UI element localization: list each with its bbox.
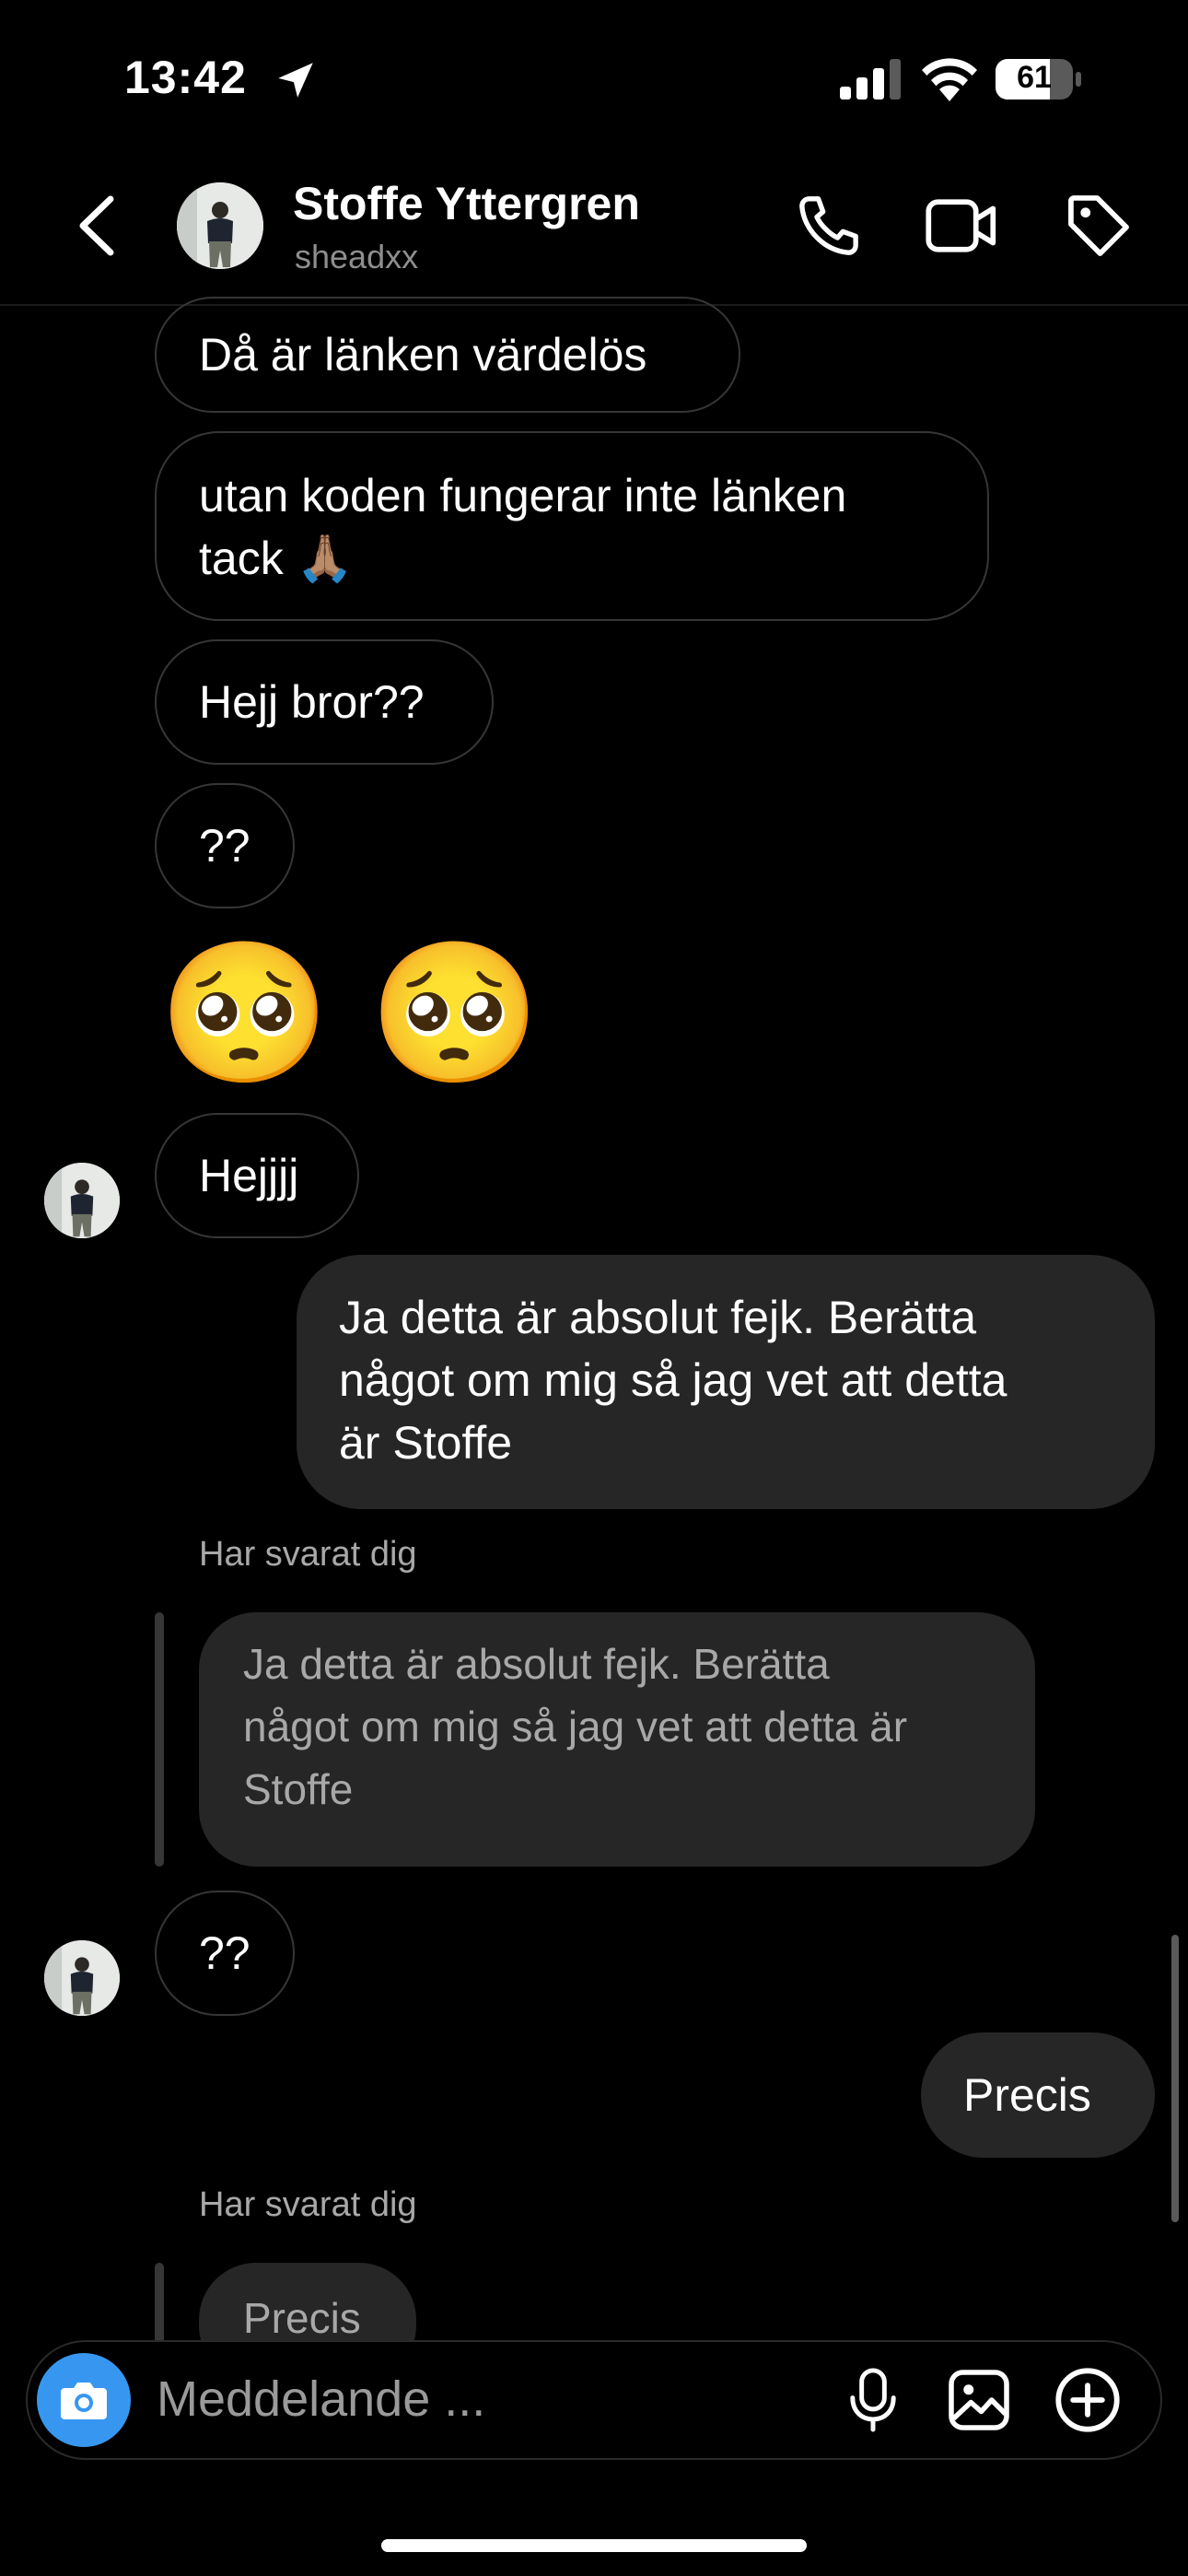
phone-call-icon[interactable]: [794, 191, 864, 261]
gallery-icon[interactable]: [947, 2368, 1011, 2432]
reply-label: Har svarat dig: [199, 2185, 417, 2224]
contact-name[interactable]: Stoffe Yttergren: [293, 177, 640, 230]
received-message: ??: [155, 783, 295, 908]
message-text: Ja detta är absolut fejk. Berätta: [339, 1292, 977, 1343]
message-text: Precis: [963, 2069, 1091, 2121]
reply-label: Har svarat dig: [199, 1535, 417, 1574]
home-indicator: [381, 2539, 807, 2552]
camera-button[interactable]: [37, 2353, 131, 2447]
received-message: utan koden fungerar inte länken tack 🙏🏽: [155, 431, 989, 621]
message-text: Hejj bror??: [199, 676, 425, 728]
cellular-signal-icon: [840, 59, 901, 100]
emoji-message: 🥺 🥺: [158, 935, 542, 1090]
quote-text: Stoffe: [243, 1765, 354, 1813]
back-chevron-icon[interactable]: [74, 193, 120, 258]
status-time: 13:42: [124, 52, 247, 103]
location-arrow-icon: [278, 63, 313, 98]
sent-message: Precis: [921, 2032, 1155, 2158]
quote-text: Ja detta är absolut fejk. Berätta: [243, 1640, 830, 1688]
sent-message: Ja detta är absolut fejk. Berätta något …: [297, 1255, 1155, 1509]
message-text: ??: [199, 1927, 250, 1979]
received-message: Då är länken värdelös: [155, 297, 740, 413]
message-text: utan koden fungerar inte länken: [199, 470, 847, 521]
received-message: ??: [155, 1891, 295, 2016]
reply-bar: [155, 2263, 164, 2340]
partial-reply-clip: Precis: [0, 2259, 1188, 2340]
received-message: Hejjjj: [155, 1113, 359, 1238]
reply-bar: [155, 1612, 164, 1867]
message-text: är Stoffe: [339, 1417, 513, 1469]
camera-icon: [61, 2383, 107, 2419]
message-input[interactable]: [155, 2366, 803, 2432]
add-plus-icon[interactable]: [1054, 2366, 1122, 2434]
quoted-message[interactable]: Ja detta är absolut fejk. Berätta något …: [199, 1612, 1035, 1867]
message-text: något om mig så jag vet att detta: [339, 1354, 1007, 1406]
person-photo-icon: [44, 1163, 120, 1238]
message-text: tack 🙏🏽: [199, 533, 354, 584]
sender-avatar[interactable]: [44, 1940, 120, 2016]
video-call-icon[interactable]: [925, 193, 998, 258]
scrollbar[interactable]: [1171, 1935, 1179, 2222]
contact-username[interactable]: sheadxx: [295, 238, 418, 276]
wifi-icon: [922, 58, 977, 101]
received-message: Hejj bror??: [155, 639, 494, 765]
quote-text: Precis: [243, 2294, 361, 2340]
message-text: ??: [199, 820, 250, 872]
microphone-icon[interactable]: [845, 2366, 901, 2434]
sender-avatar[interactable]: [44, 1163, 120, 1238]
person-photo-icon: [177, 182, 263, 269]
quote-text: något om mig så jag vet att detta är: [243, 1703, 908, 1751]
contact-avatar[interactable]: [177, 182, 263, 269]
message-text: Då är länken värdelös: [199, 329, 647, 381]
tag-icon[interactable]: [1064, 191, 1134, 261]
person-photo-icon: [44, 1940, 120, 2016]
battery-level: 61: [1017, 60, 1052, 95]
quoted-message[interactable]: Precis: [199, 2263, 416, 2340]
message-text: Hejjjj: [199, 1150, 299, 1201]
battery-indicator: 61: [995, 57, 1083, 101]
